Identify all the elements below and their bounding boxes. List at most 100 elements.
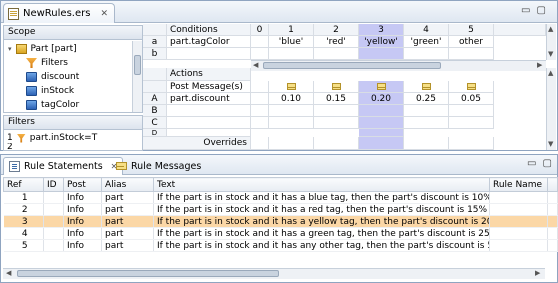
post-cell[interactable] xyxy=(314,81,359,93)
action-cell[interactable] xyxy=(251,93,269,105)
action-expression[interactable] xyxy=(167,117,251,129)
scrollbar-thumb[interactable] xyxy=(263,62,441,69)
scroll-right-icon[interactable]: ▶ xyxy=(537,61,542,69)
condition-cell[interactable] xyxy=(404,48,449,60)
scroll-down-icon[interactable]: ▼ xyxy=(548,140,553,148)
column-number[interactable]: 4 xyxy=(404,24,449,36)
column-number[interactable]: 2 xyxy=(314,24,359,36)
table-row[interactable]: 5 Info part If the part is in stock and … xyxy=(3,239,558,252)
scroll-up-icon[interactable]: ▲ xyxy=(548,69,553,77)
scope-item-tagcolor[interactable]: tagColor xyxy=(26,98,79,112)
filter-row[interactable]: 1 part.inStock=T xyxy=(7,131,97,145)
column-header-rule-name[interactable]: Rule Name xyxy=(489,177,548,192)
maximize-icon[interactable]: ▢ xyxy=(536,5,545,16)
action-cell[interactable]: 0.15 xyxy=(314,93,359,105)
override-cell[interactable] xyxy=(314,137,359,150)
action-cell-selected[interactable] xyxy=(359,117,404,129)
action-cell[interactable] xyxy=(314,117,359,129)
post-cell[interactable] xyxy=(449,81,494,93)
action-cell[interactable] xyxy=(449,117,494,129)
action-expression[interactable]: part.discount xyxy=(167,93,251,105)
action-cell[interactable] xyxy=(269,105,314,117)
action-expression[interactable] xyxy=(167,129,251,137)
scope-item-filters[interactable]: Filters xyxy=(26,56,68,70)
scrollbar-thumb[interactable] xyxy=(134,55,141,75)
action-cell-selected[interactable] xyxy=(359,129,404,137)
scope-item-part[interactable]: ▾ Part [part] xyxy=(8,42,77,56)
action-cell[interactable] xyxy=(314,105,359,117)
condition-cell[interactable]: 'red' xyxy=(314,36,359,48)
scope-item-discount[interactable]: discount xyxy=(26,70,79,84)
column-header-text[interactable]: Text xyxy=(153,177,490,192)
condition-expression[interactable]: part.tagColor xyxy=(167,36,251,48)
condition-cell[interactable] xyxy=(449,48,494,60)
conditions-vertical-scrollbar[interactable]: ▲ ▼ xyxy=(546,24,556,60)
grid-horizontal-scrollbar[interactable]: ◀ ▶ xyxy=(251,60,546,71)
scroll-right-icon[interactable]: ▶ xyxy=(535,269,540,277)
collapse-icon[interactable]: ▾ xyxy=(8,45,12,53)
close-tab-icon[interactable]: ✕ xyxy=(100,9,108,19)
action-cell[interactable] xyxy=(251,105,269,117)
scroll-up-icon[interactable]: ▲ xyxy=(548,25,553,33)
column-number[interactable]: 0 xyxy=(251,24,269,36)
scope-item-instock[interactable]: inStock xyxy=(26,84,74,98)
minimize-icon[interactable]: ▭ xyxy=(521,5,530,16)
minimize-icon[interactable]: ▭ xyxy=(527,158,536,169)
action-cell[interactable] xyxy=(251,117,269,129)
column-header-post[interactable]: Post xyxy=(63,177,102,192)
table-row[interactable]: 2 Info part If the part is in stock and … xyxy=(3,203,558,216)
column-header-alias[interactable]: Alias xyxy=(101,177,154,192)
tab-rule-messages[interactable]: Rule Messages xyxy=(111,157,206,175)
action-cell-selected[interactable]: 0.20 xyxy=(359,93,404,105)
filter-row[interactable]: 2 xyxy=(7,143,13,151)
condition-cell[interactable]: 'blue' xyxy=(269,36,314,48)
action-expression[interactable] xyxy=(167,105,251,117)
column-header-id[interactable]: ID xyxy=(43,177,64,192)
table-row-highlighted[interactable]: 3 Info part If the part is in stock and … xyxy=(3,215,558,228)
condition-cell[interactable] xyxy=(314,48,359,60)
action-cell-selected[interactable] xyxy=(359,105,404,117)
statements-horizontal-scrollbar[interactable]: ◀ ▶ xyxy=(3,268,545,279)
override-cell[interactable] xyxy=(251,137,269,150)
condition-cell[interactable] xyxy=(269,48,314,60)
post-cell[interactable] xyxy=(269,81,314,93)
column-number[interactable]: 5 xyxy=(449,24,494,36)
condition-expression[interactable] xyxy=(167,48,251,60)
scroll-left-icon[interactable]: ◀ xyxy=(253,61,258,69)
scroll-left-icon[interactable]: ◀ xyxy=(6,269,11,277)
editor-tab-newrules[interactable]: NewRules.ers ✕ xyxy=(3,3,115,23)
action-cell[interactable] xyxy=(449,105,494,117)
override-cell[interactable] xyxy=(269,137,314,150)
action-cell[interactable]: 0.10 xyxy=(269,93,314,105)
post-cell-selected[interactable] xyxy=(359,81,404,93)
column-header-ref[interactable]: Ref xyxy=(3,177,44,192)
column-number-selected[interactable]: 3 xyxy=(359,24,404,36)
action-cell[interactable]: 0.05 xyxy=(449,93,494,105)
condition-cell-selected[interactable]: 'yellow' xyxy=(359,36,404,48)
override-cell-selected[interactable] xyxy=(359,137,404,150)
action-cell[interactable]: 0.25 xyxy=(404,93,449,105)
column-number[interactable]: 1 xyxy=(269,24,314,36)
cell-text: If the part is in stock and it has a gre… xyxy=(153,227,490,240)
condition-cell[interactable]: 'green' xyxy=(404,36,449,48)
condition-cell[interactable]: other xyxy=(449,36,494,48)
condition-cell[interactable] xyxy=(251,48,269,60)
post-cell[interactable] xyxy=(251,81,269,93)
statements-window-buttons: ▭ ▢ xyxy=(527,158,552,169)
override-cell[interactable] xyxy=(449,137,494,150)
scroll-down-icon[interactable]: ▼ xyxy=(548,50,553,58)
tab-rule-statements[interactable]: Rule Statements ✕ xyxy=(3,157,124,175)
action-cell[interactable] xyxy=(404,117,449,129)
actions-vertical-scrollbar[interactable]: ▲ ▼ xyxy=(546,68,556,150)
action-cell[interactable] xyxy=(269,117,314,129)
table-row[interactable]: 1 Info part If the part is in stock and … xyxy=(3,191,558,204)
condition-cell[interactable] xyxy=(251,36,269,48)
post-cell[interactable] xyxy=(404,81,449,93)
scrollbar-thumb[interactable] xyxy=(17,270,279,277)
override-cell[interactable] xyxy=(404,137,449,150)
maximize-icon[interactable]: ▢ xyxy=(542,158,551,169)
condition-cell-selected[interactable] xyxy=(359,48,404,60)
action-cell[interactable] xyxy=(404,105,449,117)
table-row[interactable]: 4 Info part If the part is in stock and … xyxy=(3,227,558,240)
scope-scrollbar[interactable] xyxy=(132,41,142,112)
